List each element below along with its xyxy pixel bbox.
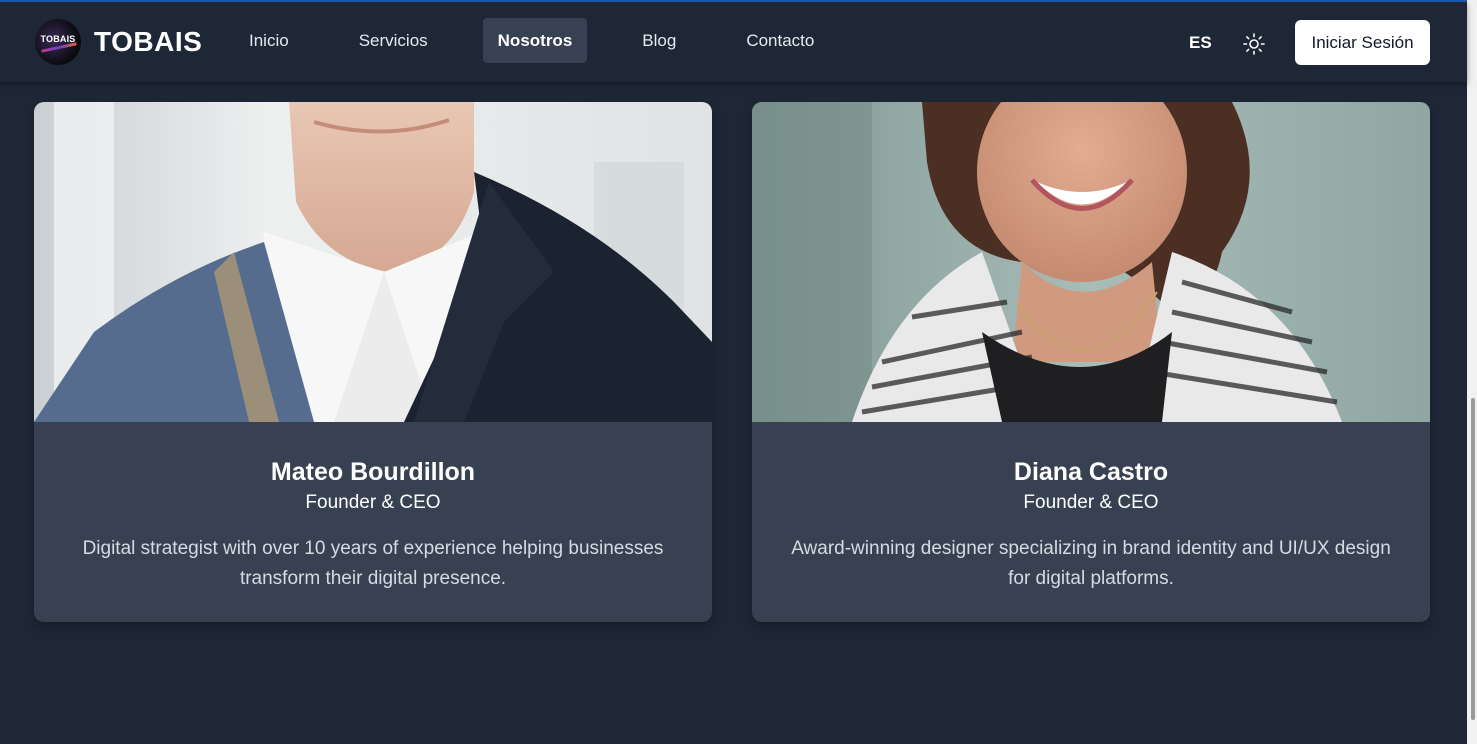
- login-button[interactable]: Iniciar Sesión: [1295, 20, 1430, 65]
- nav-item-blog[interactable]: Blog: [627, 18, 691, 63]
- team-member-name: Mateo Bourdillon: [270, 458, 476, 486]
- site-header: TOBAIS TOBAIS Inicio Servicios Nosotros …: [0, 2, 1467, 82]
- nav-item-servicios[interactable]: Servicios: [344, 18, 443, 63]
- team-card-body: Mateo Bourdillon Founder & CEO Digital s…: [34, 422, 712, 622]
- team-card-body: Diana Castro Founder & CEO Award-winning…: [752, 422, 1430, 622]
- team-member-name: Diana Castro: [1013, 458, 1169, 486]
- nav-item-nosotros[interactable]: Nosotros: [482, 18, 588, 63]
- nav-item-contacto[interactable]: Contacto: [731, 18, 829, 63]
- brand-logo-link[interactable]: TOBAIS TOBAIS: [35, 19, 202, 65]
- team-card: Diana Castro Founder & CEO Award-winning…: [752, 102, 1430, 622]
- team-member-role: Founder & CEO: [305, 492, 441, 513]
- team-card: Mateo Bourdillon Founder & CEO Digital s…: [34, 102, 712, 622]
- team-member-bio: Award-winning designer specializing in b…: [791, 538, 1391, 589]
- nav-item-inicio[interactable]: Inicio: [234, 18, 304, 63]
- logo-icon: TOBAIS: [35, 19, 81, 65]
- team-member-photo: [34, 102, 712, 422]
- sun-icon[interactable]: [1242, 32, 1266, 56]
- team-member-role: Founder & CEO: [1023, 492, 1159, 513]
- team-member-bio: Digital strategist with over 10 years of…: [82, 538, 664, 589]
- team-member-photo: [752, 102, 1430, 422]
- scrollbar-thumb[interactable]: [1471, 398, 1475, 720]
- main-nav: Inicio Servicios Nosotros Blog Contacto: [234, 18, 869, 63]
- brand-name: TOBAIS: [94, 26, 203, 57]
- language-switcher[interactable]: ES: [1189, 33, 1212, 53]
